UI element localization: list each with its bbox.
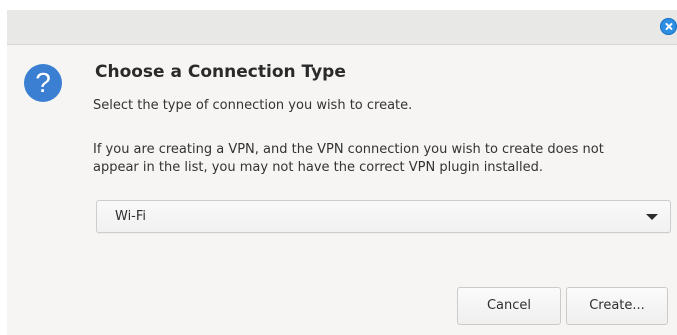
question-icon: ? xyxy=(24,64,62,102)
dialog-subtitle: Select the type of connection you wish t… xyxy=(93,98,413,113)
close-icon[interactable] xyxy=(660,18,677,35)
vpn-note-line-1: If you are creating a VPN, and the VPN c… xyxy=(93,142,604,157)
connection-type-value: Wi-Fi xyxy=(115,209,147,224)
dropdown-arrow-icon xyxy=(646,214,658,220)
create-button[interactable]: Create... xyxy=(566,287,668,325)
connection-type-dialog: ? Choose a Connection Type Select the ty… xyxy=(7,10,677,335)
vpn-note: If you are creating a VPN, and the VPN c… xyxy=(93,141,673,177)
dialog-heading: Choose a Connection Type xyxy=(95,62,346,82)
connection-type-dropdown[interactable]: Wi-Fi xyxy=(96,200,671,233)
cancel-button[interactable]: Cancel xyxy=(457,287,561,325)
titlebar xyxy=(7,10,677,45)
vpn-note-line-2: appear in the list, you may not have the… xyxy=(93,160,543,175)
